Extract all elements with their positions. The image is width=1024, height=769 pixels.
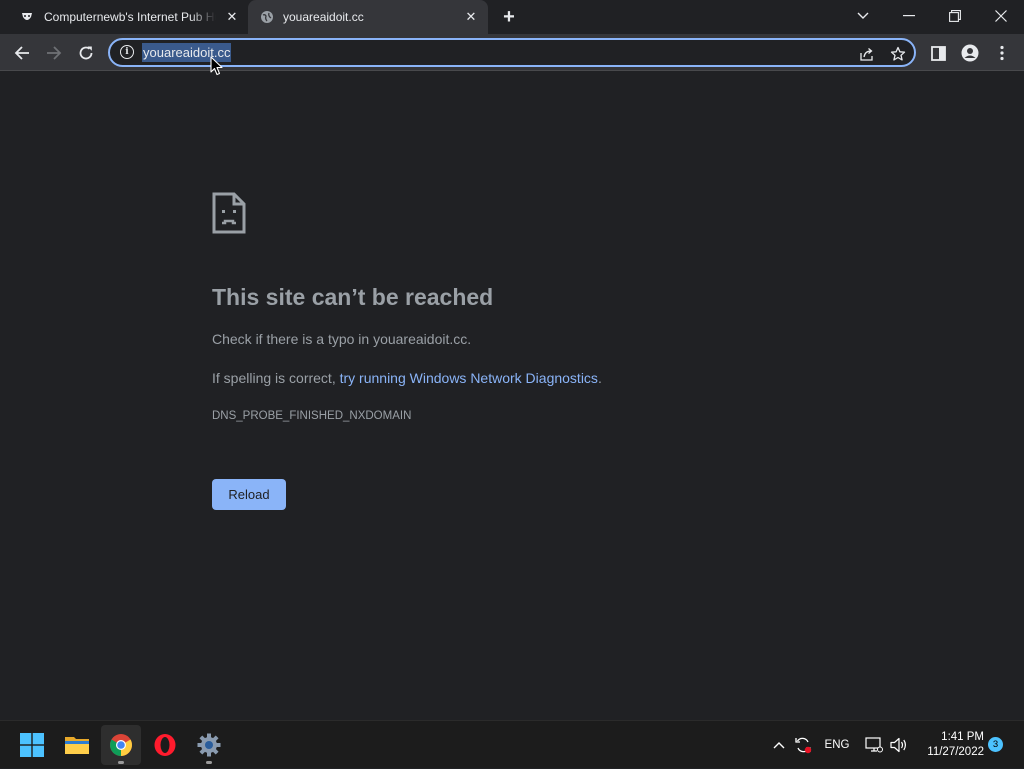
network-icon[interactable] <box>863 721 885 769</box>
tab-strip: Computernewb's Internet Pub Hub ✕ youare… <box>0 0 1024 34</box>
error-page: This site can’t be reached Check if ther… <box>0 72 1024 718</box>
forward-button[interactable] <box>40 39 68 67</box>
tab-youareaidoit[interactable]: youareaidoit.cc ✕ <box>248 0 488 34</box>
site-info-icon[interactable]: i <box>120 45 134 59</box>
address-bar[interactable]: i youareaidoit.cc <box>108 38 916 67</box>
sad-page-icon <box>212 192 246 234</box>
show-hidden-icons-chevron-icon[interactable] <box>768 721 790 769</box>
new-tab-button[interactable]: + <box>498 6 520 28</box>
bookmark-star-icon[interactable] <box>889 45 907 63</box>
back-button[interactable] <box>8 39 36 67</box>
anonymous-mask-icon <box>20 10 34 24</box>
clock-time: 1:41 PM <box>941 731 984 743</box>
mouse-cursor-icon <box>210 56 224 76</box>
opera-icon[interactable] <box>145 725 185 765</box>
restore-window-button[interactable] <box>932 0 978 32</box>
chrome-taskbar-icon[interactable] <box>101 725 141 765</box>
error-code: DNS_PROBE_FINISHED_NXDOMAIN <box>212 410 412 422</box>
spelling-prefix: If spelling is correct, <box>212 370 340 386</box>
sync-alert-icon[interactable] <box>792 721 814 769</box>
side-panel-icon[interactable] <box>924 39 952 67</box>
running-indicator <box>118 761 124 764</box>
settings-gear-icon[interactable] <box>189 725 229 765</box>
globe-icon <box>260 10 274 24</box>
tab-search-chevron-icon[interactable] <box>840 0 886 32</box>
close-window-button[interactable] <box>978 0 1024 32</box>
clock-date: 11/27/2022 <box>927 746 984 758</box>
profile-avatar-icon[interactable] <box>956 39 984 67</box>
network-diagnostics-link[interactable]: try running Windows Network Diagnostics <box>340 370 598 386</box>
tab-title: Computernewb's Internet Pub Hub <box>44 10 216 24</box>
share-icon[interactable] <box>858 45 876 63</box>
close-tab-icon[interactable]: ✕ <box>224 9 240 25</box>
menu-kebab-icon[interactable] <box>988 39 1016 67</box>
notification-badge[interactable]: 3 <box>988 737 1003 752</box>
reload-button[interactable]: Reload <box>212 479 286 510</box>
volume-icon[interactable] <box>888 721 910 769</box>
running-indicator <box>206 761 212 764</box>
browser-toolbar: i youareaidoit.cc <box>0 34 1024 71</box>
windows-start-icon[interactable] <box>12 725 52 765</box>
diagnostics-hint: If spelling is correct, try running Wind… <box>212 370 602 386</box>
minimize-window-button[interactable] <box>886 0 932 32</box>
tab-title: youareaidoit.cc <box>283 10 364 24</box>
spelling-suffix: . <box>597 370 602 386</box>
tab-pub-hub[interactable]: Computernewb's Internet Pub Hub ✕ <box>0 0 248 34</box>
clock[interactable]: 1:41 PM 11/27/2022 <box>916 730 984 760</box>
close-tab-icon[interactable]: ✕ <box>463 9 479 25</box>
windows-taskbar: ENG 1:41 PM 11/27/2022 <box>0 720 1024 768</box>
language-indicator[interactable]: ENG <box>820 721 854 769</box>
error-title: This site can’t be reached <box>212 284 494 310</box>
reload-icon[interactable] <box>72 39 100 67</box>
typo-hint: Check if there is a typo in youareaidoit… <box>212 331 472 347</box>
file-explorer-icon[interactable] <box>57 725 97 765</box>
